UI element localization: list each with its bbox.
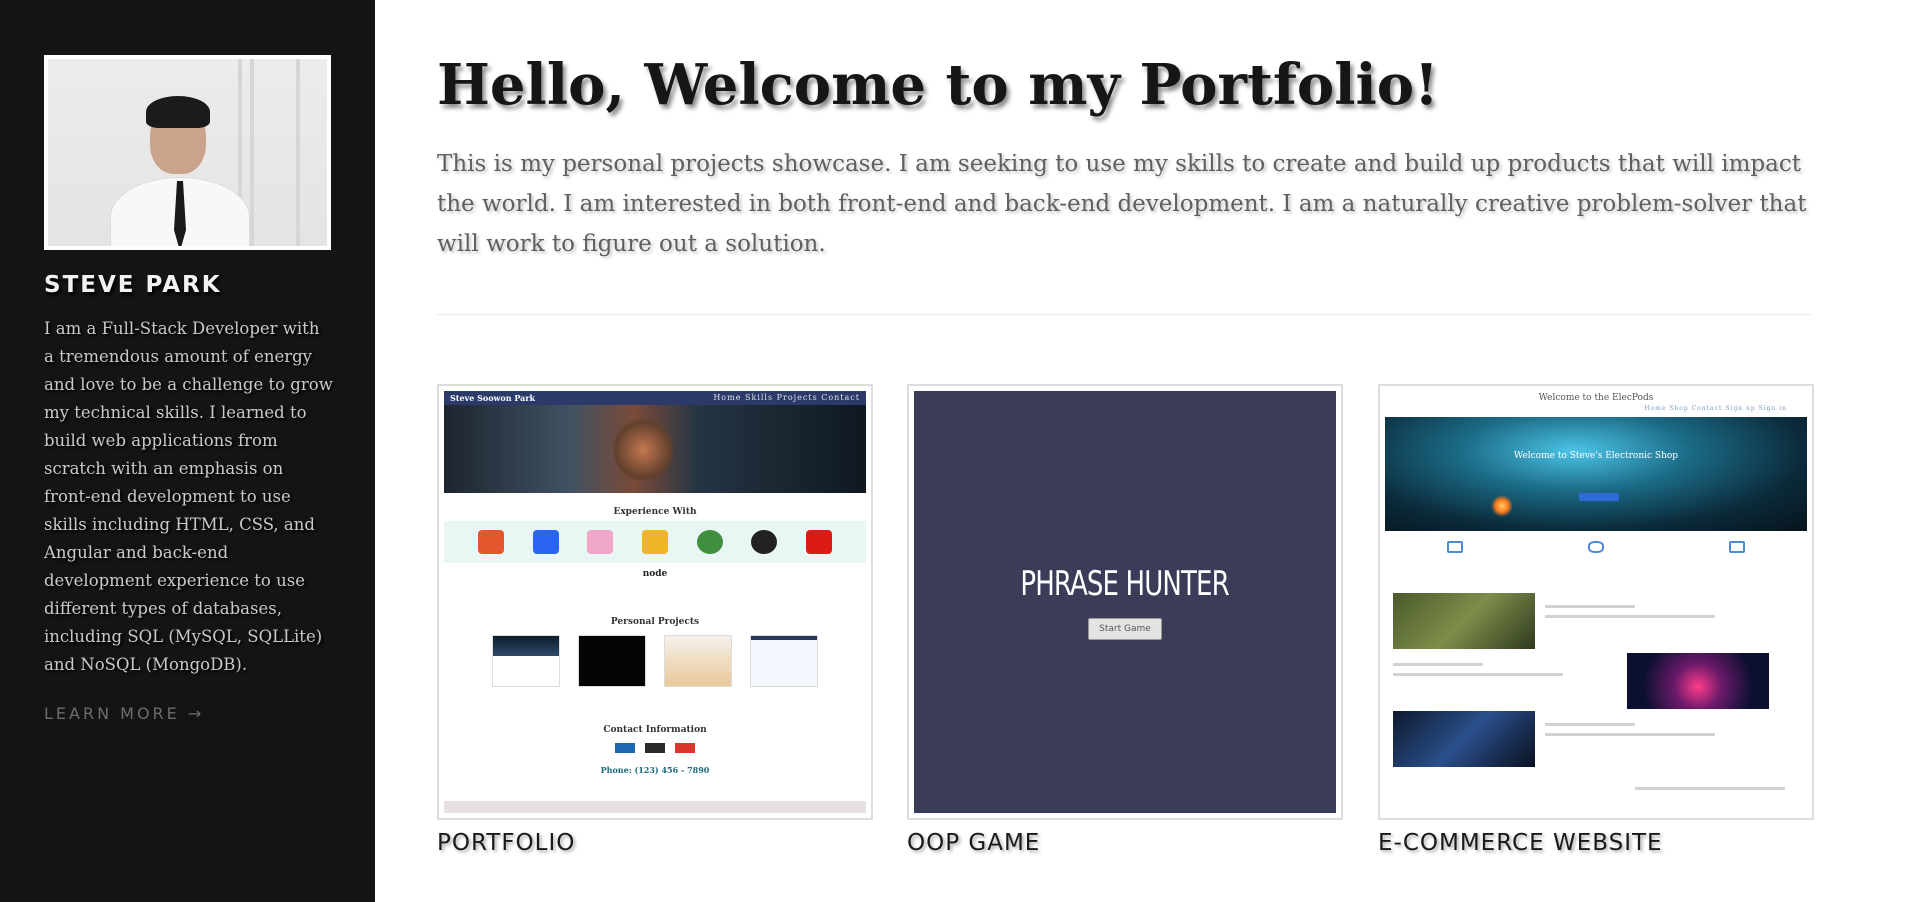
preview-product-image bbox=[1393, 593, 1535, 649]
preview-footer bbox=[444, 801, 866, 813]
preview-node-text: node bbox=[642, 569, 668, 579]
preview-tech-icons bbox=[444, 521, 866, 563]
preview-shot bbox=[750, 635, 818, 687]
preview-shot bbox=[578, 635, 646, 687]
preview-project-shots bbox=[492, 635, 818, 687]
wall-panel bbox=[250, 59, 254, 246]
preview-hero-text: Welcome to Steve's Electronic Shop bbox=[1513, 451, 1679, 461]
preview-text-line bbox=[1545, 605, 1635, 608]
preview-nav: Home Skills Projects Contact bbox=[713, 393, 860, 402]
preview-shot bbox=[492, 635, 560, 687]
ecommerce-preview: Welcome to the ElecPods Home Shop Contac… bbox=[1385, 391, 1807, 813]
preview-text-line bbox=[1393, 673, 1563, 676]
keyboard-icon bbox=[1447, 541, 1464, 553]
preview-header-title: Steve Soowon Park bbox=[450, 393, 536, 403]
preview-text-line bbox=[1545, 723, 1635, 726]
game-title: PHRASE HUNTER bbox=[1020, 564, 1230, 604]
preview-nav: Home Shop Contact Sign up Sign in bbox=[1644, 405, 1787, 412]
project-label[interactable]: OOP GAME bbox=[907, 830, 1343, 856]
preview-hero-button bbox=[1579, 493, 1620, 501]
start-game-button: Start Game bbox=[1088, 618, 1162, 640]
project-card-ecommerce[interactable]: Welcome to the ElecPods Home Shop Contac… bbox=[1378, 384, 1814, 856]
sidebar: STEVE PARK I am a Full-Stack Developer w… bbox=[0, 0, 375, 902]
project-label[interactable]: PORTFOLIO bbox=[437, 830, 873, 856]
project-thumbnail[interactable]: Welcome to the ElecPods Home Shop Contac… bbox=[1378, 384, 1814, 820]
avatar bbox=[48, 59, 327, 246]
github-icon bbox=[645, 743, 665, 753]
mongodb-icon bbox=[696, 530, 723, 554]
preview-text-line bbox=[1393, 663, 1483, 666]
preview-projects-heading: Personal Projects bbox=[610, 617, 700, 627]
tablet-icon bbox=[1728, 541, 1745, 553]
preview-product-image bbox=[1627, 653, 1769, 709]
angular-icon bbox=[805, 530, 832, 554]
linkedin-icon bbox=[615, 743, 635, 753]
preview-category-icons bbox=[1385, 541, 1807, 553]
profile-bio: I am a Full-Stack Developer with a treme… bbox=[44, 319, 333, 674]
css3-icon bbox=[532, 530, 559, 554]
project-card-oop-game[interactable]: PHRASE HUNTER Start Game OOP GAME bbox=[907, 384, 1343, 856]
project-thumbnail[interactable]: PHRASE HUNTER Start Game bbox=[907, 384, 1343, 820]
avatar-frame bbox=[44, 55, 331, 250]
email-icon bbox=[675, 743, 695, 753]
preview-product-image bbox=[1393, 711, 1535, 767]
page-intro: This is my personal projects showcase. I… bbox=[437, 151, 1807, 257]
preview-contact-icons bbox=[444, 743, 866, 753]
express-icon bbox=[751, 530, 778, 554]
preview-contact-heading: Contact Information bbox=[603, 725, 707, 735]
project-label[interactable]: E-COMMERCE WEBSITE bbox=[1378, 830, 1814, 856]
preview-phone: Phone: (123) 456 - 7890 bbox=[600, 765, 710, 775]
javascript-icon bbox=[641, 530, 668, 554]
project-card-portfolio[interactable]: Steve Soowon Park Home Skills Projects C… bbox=[437, 384, 873, 856]
preview-hero-image: Welcome to Steve's Electronic Shop bbox=[1385, 417, 1807, 531]
sass-icon bbox=[587, 530, 614, 554]
wall-panel bbox=[296, 59, 300, 246]
game-preview: PHRASE HUNTER Start Game bbox=[914, 391, 1336, 813]
mouse-icon bbox=[1587, 541, 1604, 553]
preview-text-line bbox=[1635, 787, 1785, 790]
preview-experience-heading: Experience With bbox=[613, 507, 697, 517]
preview-shot bbox=[664, 635, 732, 687]
page-title: Hello, Welcome to my Portfolio! bbox=[437, 52, 1439, 118]
avatar-hair bbox=[146, 96, 210, 128]
preview-text-line bbox=[1545, 615, 1715, 618]
preview-text-line bbox=[1545, 733, 1715, 736]
main-content: Hello, Welcome to my Portfolio! This is … bbox=[375, 0, 1920, 902]
html5-icon bbox=[478, 530, 505, 554]
preview-hero-image bbox=[444, 405, 866, 493]
preview-header: Steve Soowon Park Home Skills Projects C… bbox=[444, 391, 866, 405]
divider bbox=[437, 314, 1811, 315]
portfolio-preview: Steve Soowon Park Home Skills Projects C… bbox=[444, 391, 866, 813]
project-thumbnail[interactable]: Steve Soowon Park Home Skills Projects C… bbox=[437, 384, 873, 820]
learn-more-link[interactable]: LEARN MORE → bbox=[44, 704, 204, 723]
profile-name: STEVE PARK bbox=[44, 272, 222, 298]
